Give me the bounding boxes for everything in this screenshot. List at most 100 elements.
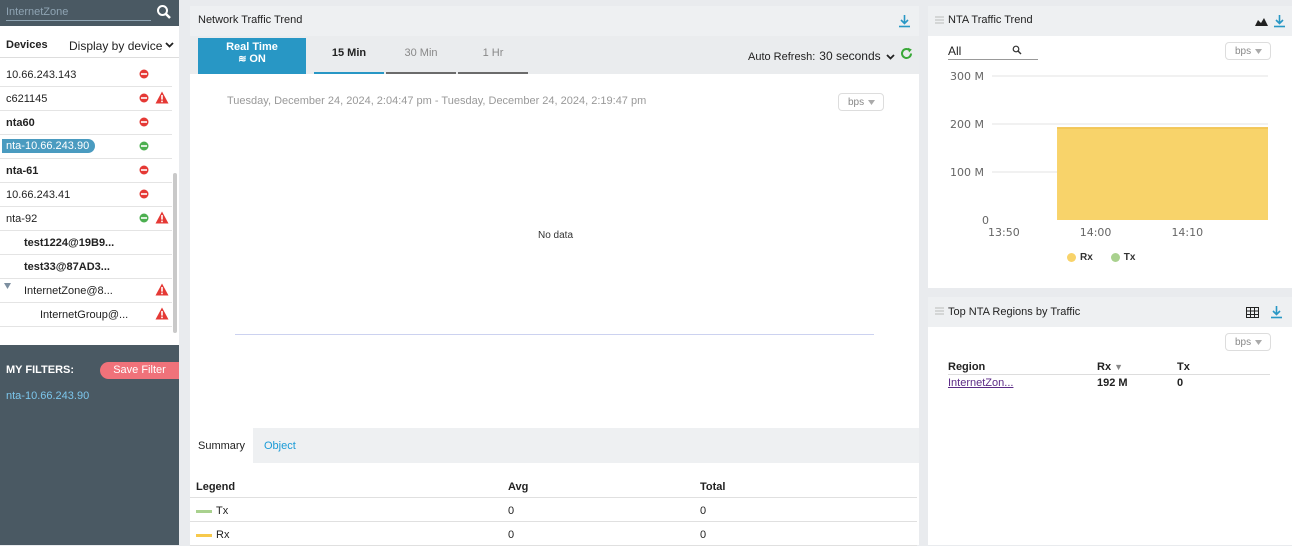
chevron-down-icon[interactable] <box>886 54 895 60</box>
y-tick-label: 100 M <box>950 166 984 179</box>
device-name: test33@87AD3... <box>24 261 110 273</box>
area-chart-icon[interactable] <box>1255 16 1268 26</box>
devices-header: Devices Display by device <box>0 34 179 58</box>
no-data-message: No data <box>538 230 574 241</box>
chevron-down-icon <box>1255 48 1263 54</box>
device-list-item[interactable]: nta60 <box>0 111 172 135</box>
legend-dot <box>1067 252 1076 262</box>
sort-desc-icon: ▼ <box>1114 362 1123 372</box>
region-link[interactable]: InternetZon... <box>948 377 1013 389</box>
total-value: 0 <box>700 505 707 517</box>
realtime-toggle-button[interactable]: Real Time ≋ ON <box>198 38 306 74</box>
menu-icon[interactable] <box>935 16 944 24</box>
x-tick-label: 14:00 <box>1080 226 1112 239</box>
refresh-icon[interactable] <box>900 47 913 60</box>
status-down-icon <box>139 69 149 79</box>
filters-heading: MY FILTERS: <box>6 364 75 376</box>
device-list-item[interactable]: nta-61 <box>0 159 172 183</box>
unit-dropdown[interactable]: bps <box>1225 42 1271 60</box>
menu-icon[interactable] <box>935 307 944 315</box>
table-row: Tx 0 0 <box>190 499 917 522</box>
realtime-state: ≋ ON <box>238 53 266 65</box>
date-range-text: Tuesday, December 24, 2024, 2:04:47 pm -… <box>227 95 647 107</box>
x-tick-label: 13:50 <box>988 226 1020 239</box>
tab-summary[interactable]: Summary <box>190 428 254 463</box>
status-down-icon <box>139 93 149 103</box>
nta-search-value[interactable]: All <box>948 44 961 58</box>
device-list-item[interactable]: 10.66.243.143 <box>0 63 172 87</box>
tab-object[interactable]: Object <box>264 428 296 463</box>
unit-dropdown[interactable]: bps <box>1225 333 1271 351</box>
header-region[interactable]: Region <box>948 361 985 373</box>
tab-30-min[interactable]: 30 Min <box>386 38 456 74</box>
search-icon[interactable] <box>1012 45 1022 55</box>
table-row: InternetZon... 192 M 0 <box>948 375 1270 391</box>
device-list-item[interactable]: test33@87AD3... <box>0 255 172 279</box>
save-filter-button[interactable]: Save Filter <box>100 362 179 379</box>
header-rx[interactable]: Rx ▼ <box>1097 361 1123 373</box>
table-header-row: Region Rx ▼ Tx <box>948 359 1270 375</box>
table-header-row: Legend Avg Total <box>190 475 917 498</box>
time-range-tabs: Real Time ≋ ON 15 Min 30 Min 1 Hr Auto R… <box>190 36 919 74</box>
status-down-icon <box>139 189 149 199</box>
device-name: InternetGroup@... <box>40 309 129 321</box>
device-list-item[interactable]: nta-10.66.243.90 <box>0 135 172 159</box>
device-name: c621145 <box>6 93 48 105</box>
legend-label: Rx <box>1080 252 1093 263</box>
caret-down-icon[interactable] <box>4 283 11 289</box>
header-legend: Legend <box>196 481 236 493</box>
area-series-rx[interactable] <box>1057 127 1268 220</box>
unit-dropdown[interactable]: bps <box>838 93 884 111</box>
status-up-icon <box>139 141 149 151</box>
status-down-icon <box>139 117 149 127</box>
device-list-item[interactable]: c621145 <box>0 87 172 111</box>
device-list-item[interactable]: nta-92 <box>0 207 172 231</box>
chart-legend: Rx Tx <box>1067 252 1153 263</box>
device-name: InternetZone@8... <box>24 285 113 297</box>
device-list-item[interactable]: test1224@19B9... <box>0 231 172 255</box>
device-name: nta60 <box>6 117 35 129</box>
display-by-dropdown[interactable]: Display by device <box>69 39 162 53</box>
y-tick-label: 200 M <box>950 118 984 131</box>
tab-15-min[interactable]: 15 Min <box>314 38 384 74</box>
device-name: 10.66.243.41 <box>6 189 71 201</box>
device-name: test1224@19B9... <box>24 237 115 249</box>
nta-search-input[interactable]: All <box>948 42 1038 60</box>
auto-refresh-value[interactable]: 30 seconds <box>819 49 880 63</box>
status-up-icon <box>139 213 149 223</box>
filter-item[interactable]: nta-10.66.243.90 <box>6 390 89 402</box>
warning-icon <box>155 91 169 104</box>
download-icon[interactable] <box>898 14 911 28</box>
panel-title: Top NTA Regions by Traffic <box>948 306 1081 318</box>
device-list-item[interactable]: 10.66.243.41 <box>0 183 172 207</box>
warning-icon <box>155 211 169 224</box>
y-tick-label: 300 M <box>950 70 984 83</box>
device-list-item[interactable]: InternetZone@8... <box>0 279 172 303</box>
chevron-down-icon[interactable] <box>165 42 174 48</box>
header-total: Total <box>700 481 726 493</box>
warning-icon <box>155 283 169 296</box>
legend-label: Rx <box>216 529 230 541</box>
legend-line-tx <box>196 509 212 513</box>
devices-label: Devices <box>6 39 48 51</box>
device-list-item[interactable]: InternetGroup@... <box>0 303 172 327</box>
table-icon[interactable] <box>1246 307 1259 318</box>
x-tick-label: 14:10 <box>1171 226 1203 239</box>
auto-refresh-control[interactable]: Auto Refresh: 30 seconds <box>748 49 895 63</box>
wave-icon: ≋ <box>238 54 250 65</box>
download-icon[interactable] <box>1270 305 1283 319</box>
legend-label: Tx <box>216 505 229 517</box>
device-name: 10.66.243.143 <box>6 69 77 81</box>
rx-value: 192 M <box>1097 377 1128 389</box>
device-sidebar: InternetZone Devices Display by device 1… <box>0 0 179 545</box>
header-tx[interactable]: Tx <box>1177 361 1190 373</box>
search-icon[interactable] <box>156 4 172 20</box>
legend-item[interactable]: Tx <box>1110 252 1135 263</box>
legend-item[interactable]: Rx <box>1067 252 1093 263</box>
filters-panel: MY FILTERS: Save Filter nta-10.66.243.90 <box>0 345 179 545</box>
panel-title-bar: Top NTA Regions by Traffic <box>928 297 1292 327</box>
download-icon[interactable] <box>1273 14 1286 28</box>
device-search-input[interactable]: InternetZone <box>6 5 151 21</box>
tab-1-hr[interactable]: 1 Hr <box>458 38 528 74</box>
sidebar-scrollbar[interactable] <box>173 173 177 333</box>
